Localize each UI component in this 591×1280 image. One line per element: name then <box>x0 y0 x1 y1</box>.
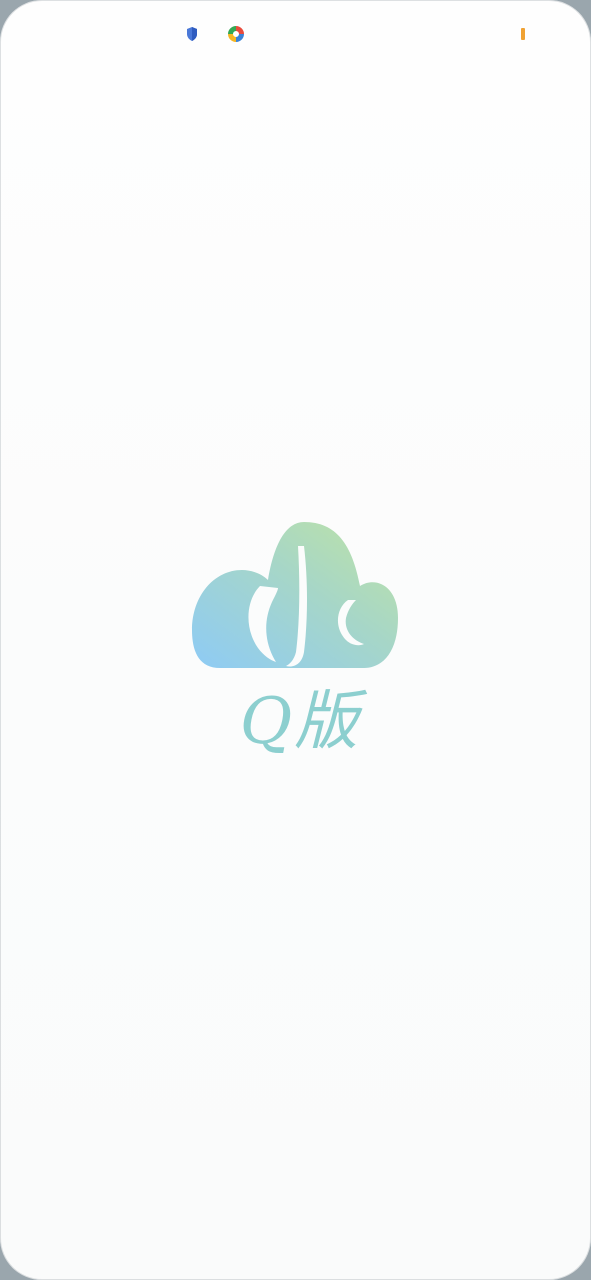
logo-text: Q版 <box>239 685 361 759</box>
battery-icon <box>516 24 530 44</box>
shield-icon <box>182 24 202 44</box>
app-logo: Q版 <box>180 500 420 770</box>
splash-screen: Q版 <box>0 0 591 1280</box>
color-wheel-icon <box>226 24 246 44</box>
cloud-logo-icon <box>192 522 398 668</box>
status-bar <box>0 0 591 66</box>
